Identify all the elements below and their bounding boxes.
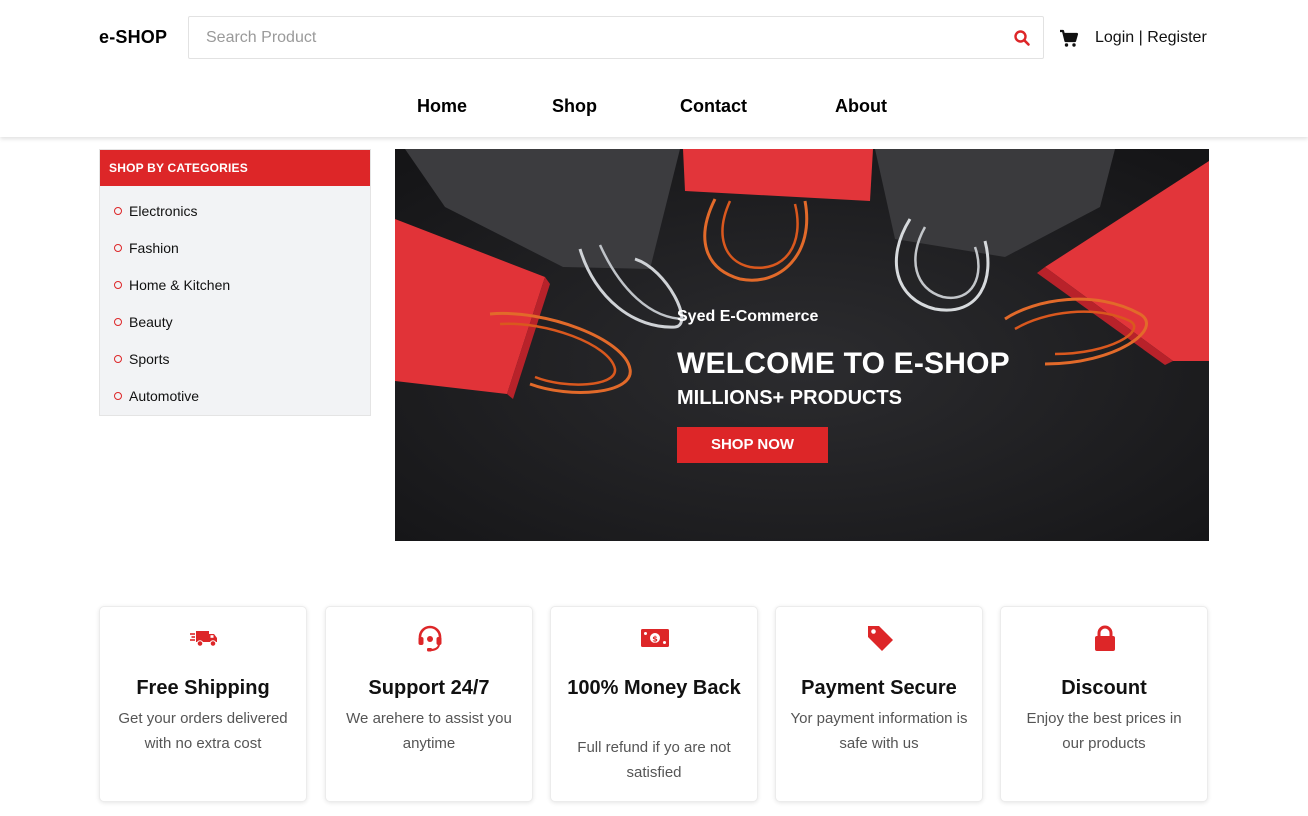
login-link[interactable]: Login: [1095, 29, 1134, 46]
nav-home[interactable]: Home: [417, 96, 467, 117]
feature-description: Get your orders delivered with no extra …: [118, 710, 288, 752]
category-label: Sports: [129, 351, 170, 367]
category-sidebar: SHOP BY CATEGORIES Electronics Fashion H…: [99, 149, 371, 416]
feature-card-payment: Payment Secure Yor payment information i…: [775, 606, 983, 802]
lock-icon: [1095, 625, 1115, 651]
feature-description: Enjoy the best prices in our products: [1026, 710, 1182, 752]
hero-banner: Syed E-Commerce WELCOME TO E-SHOP MILLIO…: [395, 149, 1209, 541]
feature-card-support: Support 24/7 We arehere to assist you an…: [325, 606, 533, 802]
nav-contact[interactable]: Contact: [680, 96, 747, 117]
feature-title: Payment Secure: [801, 677, 957, 699]
bullet-icon: [114, 207, 122, 215]
feature-card-money-back: $ 100% Money Back Full refund if yo are …: [550, 606, 758, 802]
money-icon: $: [641, 629, 669, 647]
nav-about[interactable]: About: [835, 96, 887, 117]
site-header: e-SHOP Login | Register Home Shop Contac…: [0, 0, 1308, 137]
category-item-beauty[interactable]: Beauty: [100, 312, 370, 332]
feature-description: Yor payment information is safe with us: [790, 710, 968, 752]
bullet-icon: [114, 392, 122, 400]
search-input[interactable]: [189, 17, 989, 58]
feature-title: Support 24/7: [368, 677, 490, 699]
auth-separator: |: [1134, 29, 1148, 46]
register-link[interactable]: Register: [1147, 29, 1207, 46]
nav-shop[interactable]: Shop: [552, 96, 597, 117]
category-item-automotive[interactable]: Automotive: [100, 386, 370, 406]
category-label: Beauty: [129, 314, 173, 330]
category-item-fashion[interactable]: Fashion: [100, 238, 370, 258]
search-icon[interactable]: [1013, 29, 1031, 47]
category-item-electronics[interactable]: Electronics: [100, 201, 370, 221]
bullet-icon: [114, 281, 122, 289]
feature-title: Free Shipping: [136, 677, 270, 699]
bullet-icon: [114, 318, 122, 326]
feature-description: Full refund if yo are not satisfied: [577, 739, 731, 781]
tag-icon: [868, 626, 893, 651]
svg-text:$: $: [652, 635, 658, 644]
shopping-bags-image: [395, 149, 1209, 541]
feature-title: Discount: [1061, 677, 1147, 699]
hero-tagline: MILLIONS+ PRODUCTS: [677, 387, 903, 409]
bullet-icon: [114, 244, 122, 252]
auth-links: Login | Register: [1095, 29, 1207, 47]
logo[interactable]: e-SHOP: [99, 27, 167, 48]
feature-card-shipping: Free Shipping Get your orders delivered …: [99, 606, 307, 802]
bullet-icon: [114, 355, 122, 363]
headset-icon: [418, 625, 442, 652]
sidebar-title: SHOP BY CATEGORIES: [100, 150, 370, 186]
category-label: Electronics: [129, 203, 198, 219]
hero-title: WELCOME TO E-SHOP: [677, 347, 1010, 380]
category-label: Fashion: [129, 240, 179, 256]
feature-title: 100% Money Back: [567, 677, 741, 699]
feature-description: We arehere to assist you anytime: [346, 710, 512, 752]
category-label: Automotive: [129, 388, 200, 404]
category-label: Home & Kitchen: [129, 277, 231, 293]
cart-icon[interactable]: [1059, 28, 1079, 48]
hero-subtitle: Syed E-Commerce: [677, 308, 819, 325]
feature-card-discount: Discount Enjoy the best prices in our pr…: [1000, 606, 1208, 802]
category-item-sports[interactable]: Sports: [100, 349, 370, 369]
category-item-home-kitchen[interactable]: Home & Kitchen: [100, 275, 370, 295]
search-bar: [188, 16, 1044, 59]
truck-icon: [190, 631, 217, 647]
shop-now-button[interactable]: SHOP NOW: [677, 427, 828, 463]
